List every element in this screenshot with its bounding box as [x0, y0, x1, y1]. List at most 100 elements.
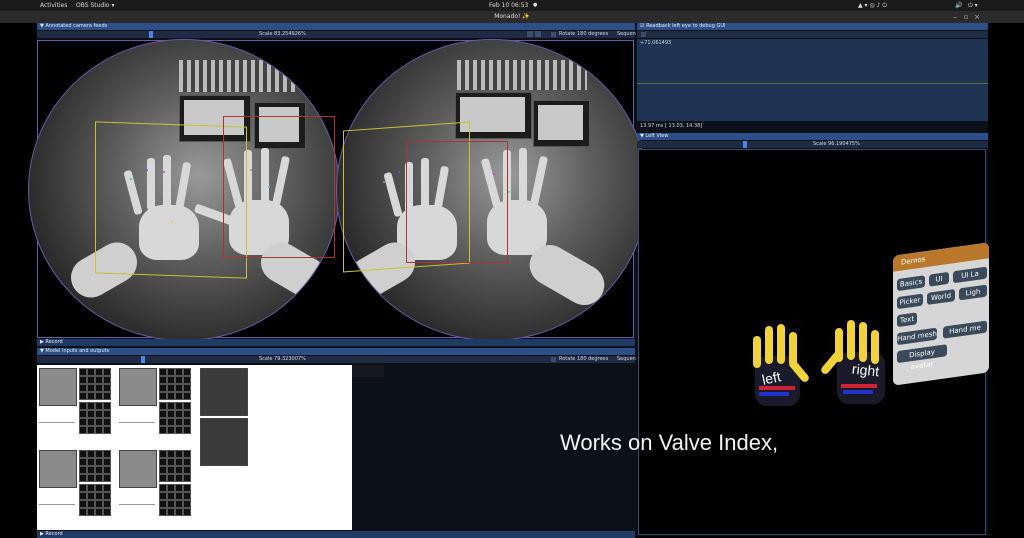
heatmap-cell [175, 458, 183, 466]
heatmap-cell [103, 410, 111, 418]
output-line [39, 422, 75, 423]
minimize-icon[interactable]: – [951, 13, 959, 21]
rotate-label: Rotate 180 degrees [559, 31, 609, 37]
app-menu[interactable]: OBS Studio ▾ [76, 0, 114, 11]
camera-panel-header[interactable]: ▼ Annotated camera feeds [37, 23, 635, 30]
graph-line [637, 83, 988, 84]
heatmap-cell [79, 484, 87, 492]
scale-slider-handle[interactable] [141, 356, 145, 363]
heatmap-cell [79, 474, 87, 482]
heatmap-cell [183, 458, 191, 466]
heatmap-cell [87, 466, 95, 474]
hand-crop-thumbnail [200, 418, 248, 466]
vr-button-text[interactable]: Text [897, 312, 917, 328]
heatmap-cell [79, 426, 87, 434]
heatmap-cell [103, 384, 111, 392]
heatmap-cell [175, 392, 183, 400]
heatmap-cell [87, 418, 95, 426]
rotate-checkbox[interactable] [551, 32, 556, 37]
heatmap-cell [167, 418, 175, 426]
heatmap-cell [175, 384, 183, 392]
heatmap-cell [87, 426, 95, 434]
vr-toggle-display-avatar[interactable]: Display avatar [897, 344, 947, 371]
heatmap-cell [87, 376, 95, 384]
heatmap-cell [79, 384, 87, 392]
heatmap-cell [159, 410, 167, 418]
plus-button[interactable] [535, 31, 541, 37]
heatmap-cell [167, 466, 175, 474]
heatmap-cell [79, 418, 87, 426]
heatmap-cell [87, 492, 95, 500]
heatmap-cell [87, 474, 95, 482]
empty-image-slot [352, 365, 384, 377]
heatmap-cell [95, 426, 103, 434]
heatmap-cell [167, 376, 175, 384]
audio-icon[interactable]: 🔊 [955, 0, 962, 11]
heatmap-cell [183, 474, 191, 482]
power-icon[interactable]: ⏻ ▾ [968, 0, 978, 11]
tray-icons[interactable]: ▲ ▾ ◎ ♪ ⏻ [858, 0, 887, 11]
heatmap-cell [103, 484, 111, 492]
heatmap-cell [95, 392, 103, 400]
vr-button-basics[interactable]: Basics [897, 275, 925, 292]
readback-header[interactable]: ☑ Readback left eye to debug GUI [637, 23, 988, 30]
activities-button[interactable]: Activities [40, 0, 67, 11]
model-panel-header[interactable]: ▼ Model inputs and outputs [37, 348, 635, 355]
left-view-header[interactable]: ▼ Left View [637, 133, 988, 140]
heatmap-cell [175, 484, 183, 492]
heatmap-cell [103, 426, 111, 434]
heatmap-cell [159, 500, 167, 508]
heatmap-cell [167, 508, 175, 516]
scale-slider-handle[interactable] [149, 31, 153, 38]
heatmap-cell [175, 508, 183, 516]
heatmap-cell [79, 368, 87, 376]
heatmap-cell [95, 410, 103, 418]
clock[interactable]: Feb 10 06:53 [489, 0, 528, 11]
monitor-image [533, 100, 590, 147]
scale-label[interactable]: Scale 83.254926% [259, 31, 306, 38]
heatmap-cell [159, 474, 167, 482]
heatmap-cell [95, 474, 103, 482]
scale-label[interactable]: Scale 96.190475% [813, 141, 860, 148]
heatmap-cell [175, 466, 183, 474]
graph-value: +71.061493 [640, 40, 672, 46]
vr-toggle-hand-mesh-2[interactable]: Hand me [943, 320, 987, 339]
readback-checkbox[interactable] [641, 32, 646, 37]
frametime-footer: 13.97 ms [ 13.03, 14.38] [637, 123, 988, 130]
vr-button-lighting[interactable]: Ligh [959, 284, 987, 301]
heatmap-cell [159, 458, 167, 466]
vr-button-ui[interactable]: UI [929, 271, 949, 287]
record-header-2[interactable]: ▶ Record [37, 531, 635, 538]
scale-slider-handle[interactable] [743, 141, 747, 148]
heatmap-cell [175, 474, 183, 482]
record-header[interactable]: ▶ Record [37, 339, 635, 346]
vr-button-picker[interactable]: Picker [897, 293, 923, 310]
heatmap-cell [79, 508, 87, 516]
heatmap-cell [87, 450, 95, 458]
rotate-checkbox[interactable] [551, 357, 556, 362]
heatmap-cell [87, 402, 95, 410]
heatmap-cell [103, 492, 111, 500]
sequence-label: Sequen [617, 31, 636, 37]
heatmap-cell [103, 392, 111, 400]
frametime-graph: +71.061493 [637, 39, 988, 121]
heatmap-cell [167, 458, 175, 466]
hand-crop-thumbnail [39, 450, 77, 488]
heatmap-cell [183, 484, 191, 492]
minus-button[interactable] [527, 31, 533, 37]
heatmap-cell [79, 402, 87, 410]
maximize-icon[interactable]: ▫ [962, 13, 970, 21]
heatmap-cell [183, 466, 191, 474]
heatmap-cell [183, 384, 191, 392]
vr-button-world[interactable]: World [927, 289, 955, 305]
heatmap-cell [167, 426, 175, 434]
scale-label[interactable]: Scale 79.323007% [259, 356, 306, 363]
heatmap-cell [87, 458, 95, 466]
close-icon[interactable]: × [973, 13, 981, 21]
heatmap-cell [175, 492, 183, 500]
vr-toggle-hand-mesh[interactable]: Hand mesh [897, 327, 937, 346]
heatmap-cell [175, 500, 183, 508]
heatmap-cell [159, 402, 167, 410]
heatmap-cell [87, 508, 95, 516]
vr-button-ui-layout[interactable]: UI La [953, 266, 987, 284]
